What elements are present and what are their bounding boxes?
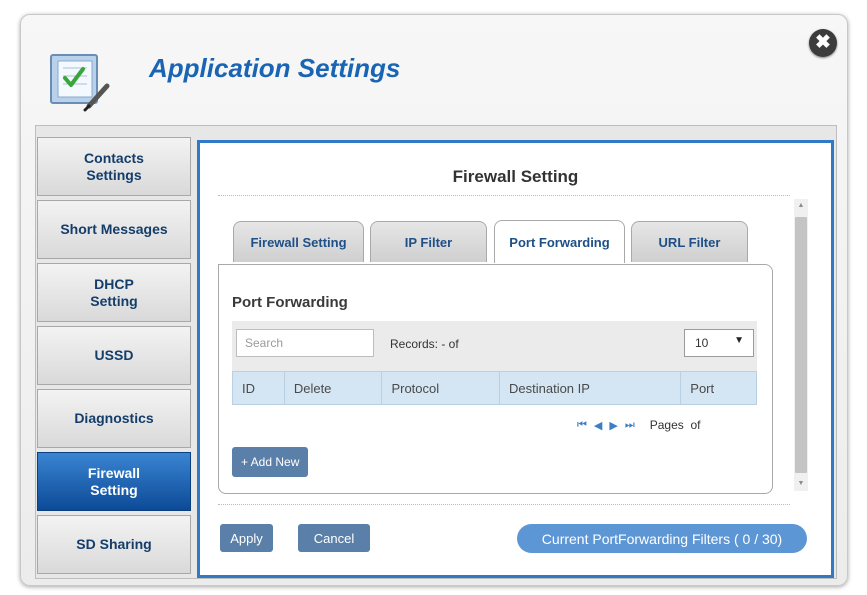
port-forwarding-table-header: ID Delete Protocol Destination IP Port xyxy=(232,371,757,405)
scroll-thumb[interactable] xyxy=(795,217,807,473)
section-title: Firewall Setting xyxy=(452,167,579,186)
column-header-port[interactable]: Port xyxy=(681,372,756,404)
sidebar-item-contacts-settings[interactable]: Contacts Settings xyxy=(37,137,191,196)
chevron-down-icon: ▼ xyxy=(734,335,744,346)
page-title: Application Settings xyxy=(149,53,401,83)
first-page-icon[interactable]: ⏮ xyxy=(577,419,587,432)
records-count: Records: - of xyxy=(390,337,459,351)
settings-checklist-icon xyxy=(50,54,110,112)
sidebar-item-label: DHCP Setting xyxy=(90,275,138,309)
divider xyxy=(218,195,790,196)
filters-count-badge[interactable]: Current PortForwarding Filters ( 0 / 30) xyxy=(517,524,807,553)
sidebar-item-short-messages[interactable]: Short Messages xyxy=(37,200,191,259)
page-size-value: 10 xyxy=(695,336,709,350)
column-header-protocol[interactable]: Protocol xyxy=(382,372,500,404)
application-settings-dialog: ✖ Application Settings Contacts Settings… xyxy=(20,14,848,586)
search-input[interactable] xyxy=(236,329,374,357)
tab-label: Firewall Setting xyxy=(250,234,347,250)
tab-url-filter[interactable]: URL Filter xyxy=(631,221,748,262)
sidebar-item-label: Diagnostics xyxy=(74,410,154,426)
sidebar-item-label: Short Messages xyxy=(60,221,168,237)
sidebar-item-firewall-setting[interactable]: Firewall Setting xyxy=(37,452,191,511)
port-forwarding-panel: Port Forwarding Records: - of 10 ▼ ID De… xyxy=(218,264,773,494)
panel-title: Port Forwarding xyxy=(232,294,348,311)
sidebar-item-label: Contacts Settings xyxy=(84,149,144,183)
sidebar-item-label: USSD xyxy=(94,347,134,363)
sidebar: Contacts Settings Short Messages DHCP Se… xyxy=(37,137,191,578)
vertical-scrollbar[interactable]: ▲ ▼ xyxy=(794,199,808,491)
tab-label: URL Filter xyxy=(658,234,721,250)
tab-ip-filter[interactable]: IP Filter xyxy=(370,221,487,262)
scroll-down-icon[interactable]: ▼ xyxy=(794,477,808,491)
column-header-delete[interactable]: Delete xyxy=(285,372,383,404)
sidebar-item-diagnostics[interactable]: Diagnostics xyxy=(37,389,191,448)
apply-button[interactable]: Apply xyxy=(220,524,273,552)
add-new-button[interactable]: + Add New xyxy=(232,447,309,477)
content-panel: Firewall Setting ▲ ▼ Firewall Setting IP… xyxy=(197,140,834,578)
divider xyxy=(218,504,790,505)
tab-firewall-setting[interactable]: Firewall Setting xyxy=(233,221,364,262)
sidebar-item-ussd[interactable]: USSD xyxy=(37,326,191,385)
tab-label: IP Filter xyxy=(404,234,453,250)
column-header-destination-ip[interactable]: Destination IP xyxy=(500,372,682,404)
scroll-up-icon[interactable]: ▲ xyxy=(794,199,808,213)
close-icon: ✖ xyxy=(815,32,831,53)
cancel-button[interactable]: Cancel xyxy=(298,524,370,552)
pages-label: Pages of xyxy=(649,418,701,432)
last-page-icon[interactable]: ⏭ xyxy=(625,419,635,432)
sidebar-item-label: Firewall Setting xyxy=(87,464,141,498)
pagination: ⏮ ◀ ▶ ⏭ Pages of xyxy=(577,418,700,432)
sidebar-item-sd-sharing[interactable]: SD Sharing xyxy=(37,515,191,574)
next-page-icon[interactable]: ▶ xyxy=(609,419,617,432)
sidebar-item-dhcp-setting[interactable]: DHCP Setting xyxy=(37,263,191,322)
tab-label: Port Forwarding xyxy=(509,234,610,250)
previous-page-icon[interactable]: ◀ xyxy=(594,419,602,432)
sidebar-item-label: SD Sharing xyxy=(76,536,152,552)
page-size-select[interactable]: 10 ▼ xyxy=(684,329,754,357)
table-toolbar: Records: - of 10 ▼ xyxy=(232,321,757,371)
tab-port-forwarding[interactable]: Port Forwarding xyxy=(494,220,625,263)
close-button[interactable]: ✖ xyxy=(809,29,837,57)
column-header-id[interactable]: ID xyxy=(233,372,285,404)
